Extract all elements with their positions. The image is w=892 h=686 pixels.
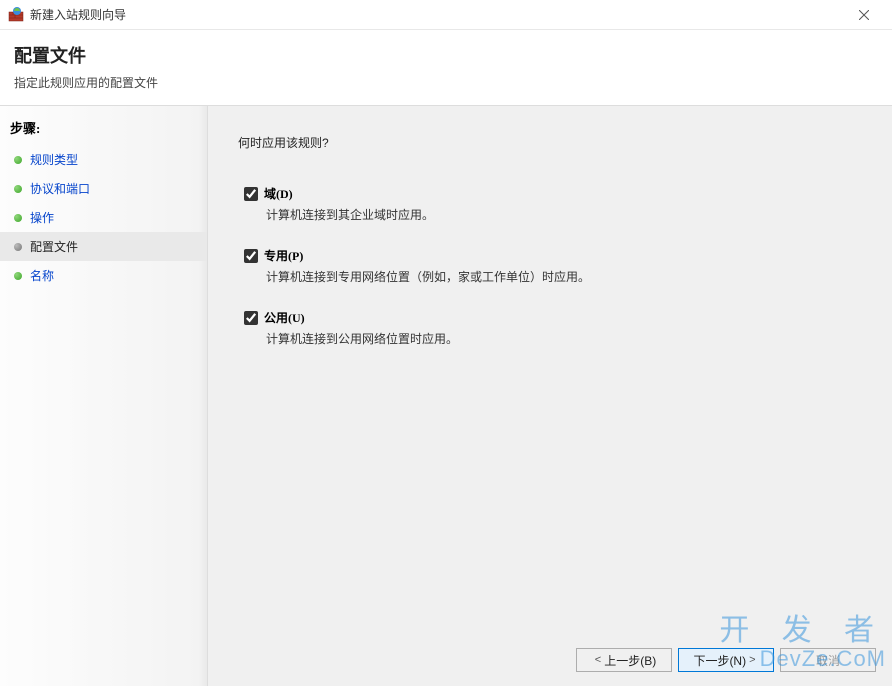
close-icon (859, 10, 869, 20)
page-subtitle: 指定此规则应用的配置文件 (14, 74, 878, 91)
option-label: 域(D) (264, 185, 293, 202)
step-name[interactable]: 名称 (0, 261, 207, 290)
bullet-icon (14, 243, 22, 251)
option-label: 公用(U) (264, 309, 305, 326)
window-title: 新建入站规则向导 (30, 6, 844, 23)
content-prompt: 何时应用该规则? (238, 134, 862, 151)
page-title: 配置文件 (14, 42, 878, 68)
step-label: 协议和端口 (30, 180, 90, 197)
step-label: 配置文件 (30, 238, 78, 255)
checkbox-public[interactable] (244, 311, 258, 325)
wizard-content: 何时应用该规则? 域(D) 计算机连接到其企业域时应用。 专用(P) 计算机连接… (208, 106, 892, 686)
step-label: 规则类型 (30, 151, 78, 168)
wizard-body: 步骤: 规则类型 协议和端口 操作 配置文件 名称 何时应用该规则? 域(D) (0, 106, 892, 686)
step-rule-type[interactable]: 规则类型 (0, 145, 207, 174)
step-profile[interactable]: 配置文件 (0, 232, 207, 261)
wizard-header: 配置文件 指定此规则应用的配置文件 (0, 30, 892, 106)
option-private: 专用(P) 计算机连接到专用网络位置（例如，家或工作单位）时应用。 (238, 247, 862, 285)
option-desc: 计算机连接到其企业域时应用。 (266, 206, 862, 223)
step-label: 操作 (30, 209, 54, 226)
steps-heading: 步骤: (0, 114, 207, 145)
next-button-label: 下一步(N) (693, 652, 746, 669)
next-button[interactable]: 下一步(N) > (678, 648, 774, 672)
checkbox-private[interactable] (244, 249, 258, 263)
close-button[interactable] (844, 1, 884, 29)
firewall-icon (8, 7, 24, 23)
titlebar: 新建入站规则向导 (0, 0, 892, 30)
bullet-icon (14, 156, 22, 164)
option-label: 专用(P) (264, 247, 303, 264)
bullet-icon (14, 272, 22, 280)
chevron-right-icon: > (749, 654, 755, 666)
back-button[interactable]: < 上一步(B) (576, 648, 672, 672)
steps-sidebar: 步骤: 规则类型 协议和端口 操作 配置文件 名称 (0, 106, 208, 686)
checkbox-domain[interactable] (244, 187, 258, 201)
step-protocol-ports[interactable]: 协议和端口 (0, 174, 207, 203)
bullet-icon (14, 214, 22, 222)
step-label: 名称 (30, 267, 54, 284)
option-desc: 计算机连接到专用网络位置（例如，家或工作单位）时应用。 (266, 268, 862, 285)
option-public: 公用(U) 计算机连接到公用网络位置时应用。 (238, 309, 862, 347)
cancel-button[interactable]: 取消 (780, 648, 876, 672)
cancel-button-label: 取消 (816, 652, 840, 669)
wizard-footer: < 上一步(B) 下一步(N) > 取消 (576, 648, 876, 672)
option-desc: 计算机连接到公用网络位置时应用。 (266, 330, 862, 347)
back-button-label: 上一步(B) (604, 652, 656, 669)
chevron-left-icon: < (595, 654, 601, 666)
option-domain: 域(D) 计算机连接到其企业域时应用。 (238, 185, 862, 223)
step-action[interactable]: 操作 (0, 203, 207, 232)
bullet-icon (14, 185, 22, 193)
